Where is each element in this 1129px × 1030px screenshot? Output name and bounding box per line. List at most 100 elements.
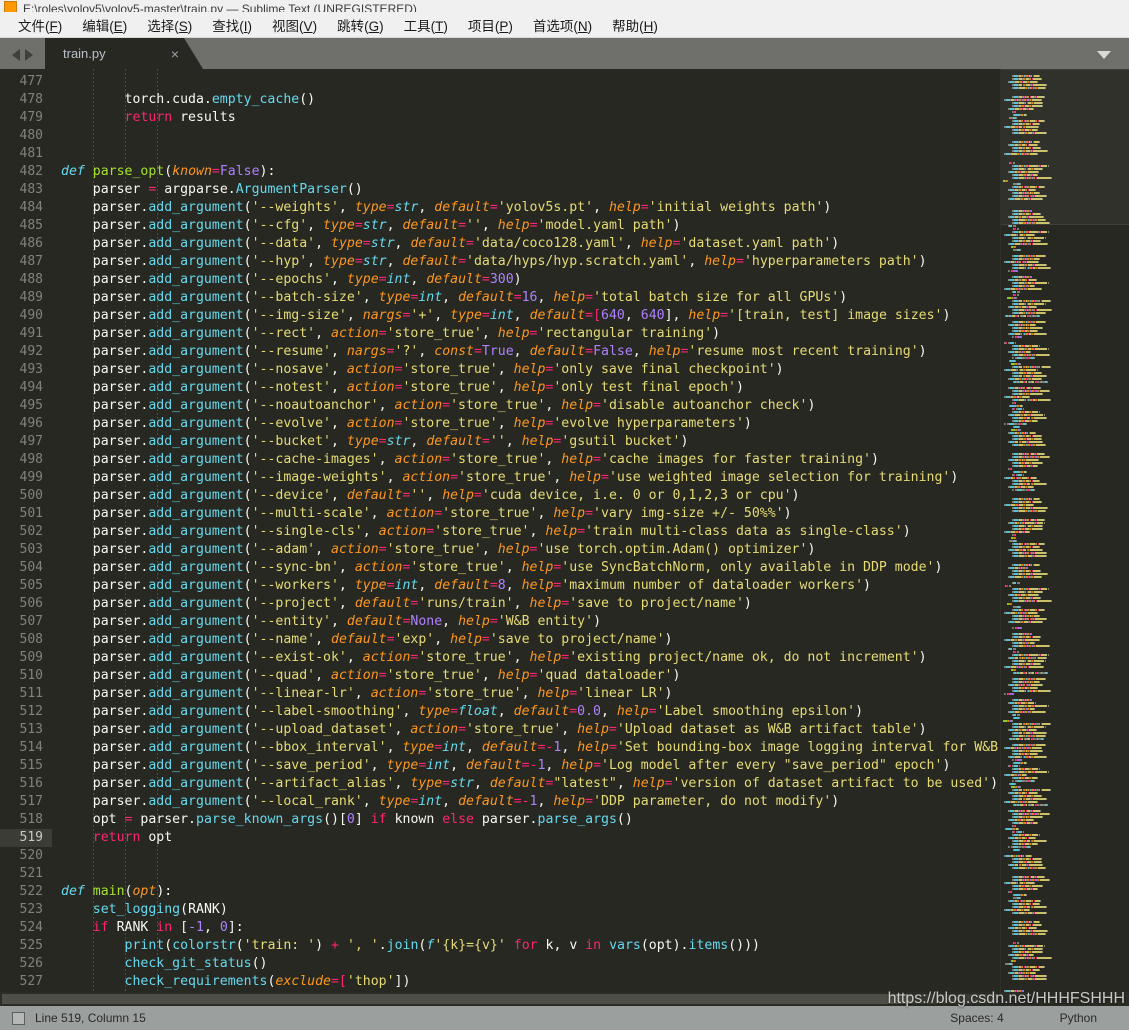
line-number[interactable]: 498 xyxy=(0,451,52,469)
line-number[interactable]: 505 xyxy=(0,577,52,595)
code-line[interactable]: parser.add_argument('--artifact_alias', … xyxy=(52,775,1000,793)
line-number[interactable]: 484 xyxy=(0,199,52,217)
code-line[interactable] xyxy=(52,145,1000,163)
code-line[interactable]: parser.add_argument('--epochs', type=int… xyxy=(52,271,1000,289)
code-line[interactable]: opt = parser.parse_known_args()[0] if kn… xyxy=(52,811,1000,829)
close-icon[interactable]: × xyxy=(171,46,179,62)
line-number[interactable]: 483 xyxy=(0,181,52,199)
tab-train-py[interactable]: train.py × xyxy=(45,38,203,69)
line-number[interactable]: 482 xyxy=(0,163,52,181)
code-line[interactable]: parser.add_argument('--label-smoothing',… xyxy=(52,703,1000,721)
line-number[interactable]: 489 xyxy=(0,289,52,307)
line-number[interactable]: 478 xyxy=(0,91,52,109)
code-line[interactable] xyxy=(52,865,1000,883)
code-viewport[interactable]: torch.cuda.empty_cache() return results … xyxy=(52,69,1000,992)
line-number[interactable]: 515 xyxy=(0,757,52,775)
code-line[interactable]: parser.add_argument('--img-size', nargs =… xyxy=(52,307,1000,325)
line-number[interactable]: 480 xyxy=(0,127,52,145)
line-number[interactable]: 494 xyxy=(0,379,52,397)
line-number[interactable]: 491 xyxy=(0,325,52,343)
minimap[interactable] xyxy=(1000,69,1129,992)
line-number[interactable]: 490 xyxy=(0,307,52,325)
line-number[interactable]: 522 xyxy=(0,883,52,901)
code-line[interactable]: return opt xyxy=(52,829,1000,847)
code-line[interactable]: parser.add_argument('--resume', nargs='?… xyxy=(52,343,1000,361)
code-line[interactable]: check_requirements(exclude=['thop']) xyxy=(52,973,1000,991)
line-number[interactable]: 479 xyxy=(0,109,52,127)
code-line[interactable] xyxy=(52,127,1000,145)
indentation-label[interactable]: Spaces: 4 xyxy=(950,1011,1003,1025)
code-line[interactable]: parser.add_argument('--adam', action='st… xyxy=(52,541,1000,559)
line-number[interactable]: 496 xyxy=(0,415,52,433)
code-line[interactable]: parser.add_argument('--notest', action='… xyxy=(52,379,1000,397)
line-number[interactable]: 492 xyxy=(0,343,52,361)
menu-project[interactable]: 项目(P) xyxy=(458,13,523,37)
code-line[interactable]: parser.add_argument('--sync-bn', action=… xyxy=(52,559,1000,577)
line-number[interactable]: 527 xyxy=(0,973,52,991)
line-number[interactable]: 514 xyxy=(0,739,52,757)
menu-find[interactable]: 查找(I) xyxy=(202,13,262,37)
menu-help[interactable]: 帮助(H) xyxy=(602,13,668,37)
menu-selection[interactable]: 选择(S) xyxy=(137,13,202,37)
code-line[interactable]: set_logging(RANK) xyxy=(52,901,1000,919)
line-number[interactable]: 526 xyxy=(0,955,52,973)
line-number[interactable]: 477 xyxy=(0,73,52,91)
code-line[interactable]: parser.add_argument('--data', type=str, … xyxy=(52,235,1000,253)
line-number[interactable]: 497 xyxy=(0,433,52,451)
code-line[interactable]: torch.cuda.empty_cache() xyxy=(52,91,1000,109)
line-number[interactable]: 521 xyxy=(0,865,52,883)
code-line[interactable]: parser.add_argument('--single-cls', acti… xyxy=(52,523,1000,541)
chevron-down-icon[interactable] xyxy=(1097,51,1111,59)
menu-view[interactable]: 视图(V) xyxy=(262,13,327,37)
line-number[interactable]: 493 xyxy=(0,361,52,379)
code-line[interactable]: parser.add_argument('--cache-images', ac… xyxy=(52,451,1000,469)
menu-preferences[interactable]: 首选项(N) xyxy=(523,13,602,37)
code-line[interactable]: parser.add_argument('--local_rank', type… xyxy=(52,793,1000,811)
code-line[interactable]: parser.add_argument('--batch-size', type… xyxy=(52,289,1000,307)
syntax-label[interactable]: Python xyxy=(1060,1011,1097,1025)
code-line[interactable]: print(colorstr('train: ') + ', '.join(f'… xyxy=(52,937,1000,955)
line-number[interactable]: 487 xyxy=(0,253,52,271)
code-line[interactable]: parser.add_argument('--evolve', action='… xyxy=(52,415,1000,433)
line-number[interactable]: 517 xyxy=(0,793,52,811)
menu-tools[interactable]: 工具(T) xyxy=(394,13,458,37)
code-line[interactable]: parser.add_argument('--save_period', typ… xyxy=(52,757,1000,775)
code-line[interactable]: if RANK in [-1, 0]: xyxy=(52,919,1000,937)
code-line[interactable]: parser.add_argument('--multi-scale', act… xyxy=(52,505,1000,523)
line-number[interactable]: 501 xyxy=(0,505,52,523)
menu-edit[interactable]: 编辑(E) xyxy=(72,13,137,37)
code-line[interactable]: parser.add_argument('--exist-ok', action… xyxy=(52,649,1000,667)
code-line[interactable]: parser.add_argument('--image-weights', a… xyxy=(52,469,1000,487)
code-line[interactable]: def parse_opt(known=False): xyxy=(52,163,1000,181)
line-number[interactable]: 510 xyxy=(0,667,52,685)
code-line[interactable]: check_git_status() xyxy=(52,955,1000,973)
scrollbar-thumb[interactable] xyxy=(2,994,912,1004)
line-number[interactable]: 499 xyxy=(0,469,52,487)
line-number[interactable]: 518 xyxy=(0,811,52,829)
line-number[interactable]: 509 xyxy=(0,649,52,667)
line-number[interactable]: 495 xyxy=(0,397,52,415)
line-number[interactable]: 516 xyxy=(0,775,52,793)
code-line[interactable]: parser = argparse.ArgumentParser() xyxy=(52,181,1000,199)
line-number[interactable]: 503 xyxy=(0,541,52,559)
line-number[interactable]: 486 xyxy=(0,235,52,253)
line-number[interactable]: 500 xyxy=(0,487,52,505)
code-line[interactable]: parser.add_argument('--workers', type=in… xyxy=(52,577,1000,595)
code-line[interactable]: parser.add_argument('--bbox_interval', t… xyxy=(52,739,1000,757)
menu-goto[interactable]: 跳转(G) xyxy=(327,13,394,37)
git-branch-indicator[interactable] xyxy=(12,1011,25,1025)
code-line[interactable]: parser.add_argument('--weights', type=st… xyxy=(52,199,1000,217)
line-number[interactable]: 481 xyxy=(0,145,52,163)
code-line[interactable]: parser.add_argument('--device', default =… xyxy=(52,487,1000,505)
code-line[interactable] xyxy=(52,847,1000,865)
line-number[interactable]: 508 xyxy=(0,631,52,649)
line-number[interactable]: 504 xyxy=(0,559,52,577)
code-line[interactable]: parser.add_argument('--upload_dataset', … xyxy=(52,721,1000,739)
line-number[interactable]: 511 xyxy=(0,685,52,703)
menu-file[interactable]: 文件(F) xyxy=(8,13,72,37)
line-number[interactable]: 524 xyxy=(0,919,52,937)
tab-prev-arrow-icon[interactable] xyxy=(12,49,20,61)
code-line[interactable]: parser.add_argument('--nosave', action='… xyxy=(52,361,1000,379)
code-line[interactable]: parser.add_argument('--linear-lr', actio… xyxy=(52,685,1000,703)
tab-next-arrow-icon[interactable] xyxy=(25,49,33,61)
